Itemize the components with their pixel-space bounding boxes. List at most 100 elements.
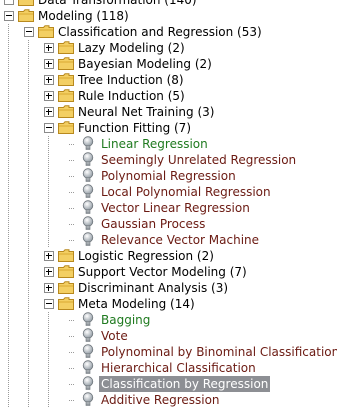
tree-guide-line xyxy=(28,218,29,219)
tree-group-row[interactable]: Modeling (118) xyxy=(0,8,337,24)
tree-group-label[interactable]: Support Vector Modeling (7) xyxy=(76,264,249,280)
folder-icon xyxy=(58,249,74,262)
tree-guide-line xyxy=(8,150,9,151)
tree-operator-label[interactable]: Vote xyxy=(99,328,130,344)
tree-guide-line xyxy=(28,170,29,171)
tree-operator-row[interactable]: Hierarchical Classification xyxy=(0,360,337,376)
tree-operator-label[interactable]: Bagging xyxy=(99,312,152,328)
tree-group-row[interactable]: Lazy Modeling (2) xyxy=(0,40,337,56)
tree-group-label[interactable]: Neural Net Training (3) xyxy=(76,104,216,120)
tree-guide-line xyxy=(48,386,49,387)
tree-operator-row[interactable]: Vote xyxy=(0,328,337,344)
tree-group-row[interactable]: Bayesian Modeling (2) xyxy=(0,56,337,72)
collapse-minus-icon[interactable] xyxy=(4,0,14,5)
tree-guide-line xyxy=(8,398,9,399)
tree-operator-row[interactable]: Bagging xyxy=(0,312,337,328)
expand-plus-icon[interactable] xyxy=(44,251,54,261)
expand-plus-icon[interactable] xyxy=(44,75,54,85)
tree-operator-row[interactable]: Linear Regression xyxy=(0,136,337,152)
tree-group-label[interactable]: Tree Induction (8) xyxy=(76,72,186,88)
tree-operator-label[interactable]: Seemingly Unrelated Regression xyxy=(99,152,298,168)
tree-operator-label[interactable]: Polynominal by Binominal Classification xyxy=(99,344,337,360)
tree-group-label[interactable]: Meta Modeling (14) xyxy=(76,296,197,312)
tree-group-row[interactable]: Neural Net Training (3) xyxy=(0,104,337,120)
tree-operator-row[interactable]: Polynominal by Binominal Classification xyxy=(0,344,337,360)
tree-guide-line xyxy=(28,318,29,319)
expand-plus-icon[interactable] xyxy=(44,267,54,277)
tree-guide-line xyxy=(48,146,49,147)
tree-group-row[interactable]: Tree Induction (8) xyxy=(0,72,337,88)
tree-guide-line xyxy=(28,240,29,241)
tree-guide-line xyxy=(28,284,29,285)
tree-operator-row[interactable]: Vector Linear Regression xyxy=(0,200,337,216)
tree-guide-line xyxy=(28,164,29,165)
tree-guide-line xyxy=(8,340,9,341)
tree-operator-label[interactable]: Linear Regression xyxy=(99,136,210,152)
tree-group-row[interactable]: Classification and Regression (53) xyxy=(0,24,337,40)
tree-operator-label[interactable]: Vector Linear Regression xyxy=(99,200,252,216)
tree-group-label[interactable]: Function Fitting (7) xyxy=(76,120,193,136)
tree-guide-line xyxy=(8,368,9,369)
tree-guide-line xyxy=(8,146,9,147)
expand-plus-icon[interactable] xyxy=(44,43,54,53)
tree-group-row[interactable]: Meta Modeling (14) xyxy=(0,296,337,312)
tree-connector xyxy=(69,224,70,225)
tree-group-row[interactable]: Logistic Regression (2) xyxy=(0,248,337,264)
tree-guide-line xyxy=(8,66,9,67)
tree-guide-line xyxy=(48,226,49,227)
tree-operator-row[interactable]: Relevance Vector Machine xyxy=(0,232,337,248)
tree-operator-row[interactable]: Local Polynomial Regression xyxy=(0,184,337,200)
operator-tree[interactable]: Data Transformation (140) Modeling (118) C… xyxy=(0,0,337,407)
expand-plus-icon[interactable] xyxy=(44,283,54,293)
collapse-minus-icon[interactable] xyxy=(44,299,54,309)
tree-group-label[interactable]: Classification and Regression (53) xyxy=(56,24,264,40)
tree-group-label[interactable]: Data Transformation (140) xyxy=(36,0,199,8)
tree-guide-line xyxy=(28,268,29,269)
tree-group-label[interactable]: Modeling (118) xyxy=(36,8,131,24)
tree-guide-line xyxy=(8,100,9,101)
tree-group-row[interactable]: Support Vector Modeling (7) xyxy=(0,264,337,280)
tree-guide-line xyxy=(28,384,29,385)
tree-operator-label-selected[interactable]: Classification by Regression xyxy=(99,376,271,392)
expand-plus-icon[interactable] xyxy=(44,107,54,117)
tree-operator-label[interactable]: Polynomial Regression xyxy=(99,168,238,184)
collapse-minus-icon[interactable] xyxy=(4,11,14,21)
tree-guide-line xyxy=(48,228,49,229)
tree-operator-row[interactable]: Gaussian Process xyxy=(0,216,337,232)
expand-plus-icon[interactable] xyxy=(44,91,54,101)
collapse-minus-icon[interactable] xyxy=(44,123,54,133)
tree-guide-line xyxy=(8,360,9,361)
tree-connector xyxy=(73,384,74,385)
tree-operator-row[interactable]: Additive Regression xyxy=(0,392,337,408)
tree-guide-line xyxy=(48,180,49,181)
tree-guide-line xyxy=(28,354,29,355)
tree-operator-label[interactable]: Additive Regression xyxy=(99,392,222,408)
tree-operator-row[interactable]: Seemingly Unrelated Regression xyxy=(0,152,337,168)
tree-group-row[interactable]: Rule Induction (5) xyxy=(0,88,337,104)
tree-group-label[interactable]: Lazy Modeling (2) xyxy=(76,40,187,56)
tree-guide-line xyxy=(28,378,29,379)
tree-guide-line xyxy=(28,350,29,351)
collapse-minus-icon[interactable] xyxy=(24,27,34,37)
tree-group-label[interactable]: Bayesian Modeling (2) xyxy=(76,56,214,72)
tree-operator-label[interactable]: Gaussian Process xyxy=(99,216,207,232)
tree-group-row[interactable]: Function Fitting (7) xyxy=(0,120,337,136)
tree-connector xyxy=(71,240,72,241)
tree-operator-label[interactable]: Local Polynomial Regression xyxy=(99,184,273,200)
tree-guide-line xyxy=(48,362,49,363)
tree-guide-line xyxy=(8,402,9,403)
tree-operator-label[interactable]: Hierarchical Classification xyxy=(99,360,258,376)
tree-group-label[interactable]: Rule Induction (5) xyxy=(76,88,187,104)
tree-group-row[interactable]: Discriminant Analysis (3) xyxy=(0,280,337,296)
tree-operator-label[interactable]: Relevance Vector Machine xyxy=(99,232,261,248)
tree-guide-line xyxy=(48,212,49,213)
tree-group-label[interactable]: Discriminant Analysis (3) xyxy=(76,280,230,296)
tree-operator-row[interactable]: Classification by Regression xyxy=(0,376,337,392)
tree-connector xyxy=(71,352,72,353)
expand-plus-icon[interactable] xyxy=(44,59,54,69)
tree-guide-line xyxy=(28,322,29,323)
tree-group-label[interactable]: Logistic Regression (2) xyxy=(76,248,216,264)
tree-guide-line xyxy=(28,110,29,111)
tree-group-row[interactable]: Data Transformation (140) xyxy=(0,0,337,8)
tree-operator-row[interactable]: Polynomial Regression xyxy=(0,168,337,184)
